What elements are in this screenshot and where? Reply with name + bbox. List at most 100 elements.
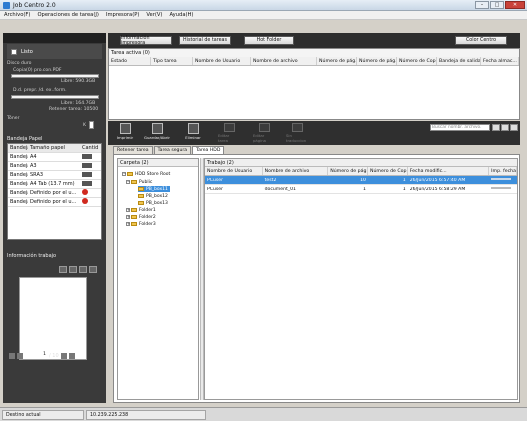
first-page-icon[interactable] bbox=[9, 352, 15, 359]
table-row[interactable]: PCuser document_01 1 1 26/Jun/2015 6:58:… bbox=[205, 185, 517, 194]
col-paginas[interactable]: Número de pág... bbox=[328, 167, 368, 175]
tree-folder-2[interactable]: + Folder2 bbox=[126, 214, 156, 220]
menu-impresora[interactable]: Impresora(P) bbox=[106, 12, 139, 18]
col-archivo[interactable]: Nombre de archivo bbox=[263, 167, 329, 175]
untranslated-button[interactable]: Sin traduccion bbox=[286, 123, 308, 143]
tray-qty-icon bbox=[80, 162, 100, 170]
tree-folder-3[interactable]: + Folder3 bbox=[126, 221, 156, 227]
dd-free: Libre: 164.7GB bbox=[61, 101, 96, 106]
tray-error-icon bbox=[80, 198, 100, 206]
table-row[interactable]: PCuser test2 10 1 26/Jun/2015 6:57:40 AM bbox=[205, 176, 517, 185]
last-page-icon[interactable] bbox=[68, 352, 75, 359]
col-paginas-2[interactable]: Número de pág... bbox=[357, 57, 397, 65]
save-open-button[interactable]: Guardar/Abrir bbox=[144, 123, 170, 143]
tree-box-1[interactable]: PB_box11 bbox=[138, 186, 170, 192]
tray-row[interactable]: Bandeja 1 A4 bbox=[8, 153, 101, 162]
prev-page-icon[interactable] bbox=[17, 352, 23, 359]
tree-root[interactable]: − HDD Store Root bbox=[122, 171, 170, 177]
folder-icon bbox=[131, 208, 137, 212]
col-copias[interactable]: Número de Cop... bbox=[368, 167, 408, 175]
col-archivo[interactable]: Nombre de archivo bbox=[251, 57, 317, 65]
print-button[interactable]: Imprimir bbox=[114, 123, 136, 143]
close-button[interactable]: ✕ bbox=[505, 1, 525, 9]
status-label: Destino actual bbox=[2, 410, 84, 420]
tab-retener[interactable]: Retener tarea bbox=[113, 146, 153, 154]
folder-tree: Carpeta (2) − HDD Store Root − Public PB_b… bbox=[117, 158, 199, 400]
delete-icon bbox=[187, 123, 199, 134]
folder-icon bbox=[138, 201, 144, 205]
dd-disk-bar bbox=[11, 95, 99, 99]
tray-row[interactable]: Bandeja 2 PI Definido por el u... bbox=[8, 189, 101, 198]
work-list: Trabajo (2) Nombre de Usuario Nombre de … bbox=[204, 158, 518, 400]
menu-operaciones[interactable]: Operaciones de tarea(J) bbox=[37, 12, 99, 18]
tree-box-2[interactable]: PB_box12 bbox=[138, 193, 168, 199]
page-input[interactable]: 1 bbox=[25, 352, 47, 359]
tab-segura[interactable]: Tarea segura bbox=[153, 146, 192, 154]
tray-error-icon bbox=[80, 189, 100, 197]
tree-public[interactable]: − Public bbox=[126, 179, 152, 185]
menu-ayuda[interactable]: Ayuda(H) bbox=[169, 12, 193, 18]
actual-size-icon[interactable] bbox=[89, 266, 97, 273]
col-usuario[interactable]: Nombre de Usuario bbox=[193, 57, 251, 65]
toner-color: K bbox=[83, 123, 87, 128]
cell-user: PCuser bbox=[207, 177, 223, 183]
folder-icon bbox=[127, 172, 133, 176]
col-tipo[interactable]: Tipo tarea bbox=[151, 57, 193, 65]
col-paginas-1[interactable]: Número de pág... bbox=[317, 57, 357, 65]
col-estado[interactable]: Estado bbox=[109, 57, 151, 65]
printer-info-button[interactable]: Información impresora bbox=[120, 36, 172, 46]
col-bandeja[interactable]: Bandeja de salida bbox=[437, 57, 481, 65]
maximize-button[interactable]: □ bbox=[490, 1, 504, 9]
col-usuario[interactable]: Nombre de Usuario bbox=[205, 167, 263, 175]
col-copias[interactable]: Número de Cop... bbox=[397, 57, 437, 65]
folder-icon bbox=[131, 215, 137, 219]
zoom-out-icon[interactable] bbox=[59, 266, 67, 273]
status-text: Listo bbox=[21, 48, 33, 55]
dd-label: D.d. prepr. /d. ex..form. bbox=[13, 88, 67, 93]
col-fecha-mod[interactable]: Fecha modific... bbox=[408, 167, 490, 175]
tree-folder-1[interactable]: + Folder1 bbox=[126, 207, 156, 213]
tree-label: HDD Store Root bbox=[135, 171, 171, 177]
job-tabs: Retener tarea Tarea segura Tarea HDD bbox=[108, 145, 520, 154]
fit-page-icon[interactable] bbox=[79, 266, 87, 273]
job-history-button[interactable]: Historial de tareas bbox=[179, 36, 231, 45]
search-input[interactable]: Buscar nombr. archivo. bbox=[430, 124, 490, 131]
search-icon[interactable] bbox=[492, 124, 500, 131]
tray-row[interactable]: Bandeja 3 SRA3 bbox=[8, 171, 101, 180]
cell-pages: 1 bbox=[363, 186, 366, 192]
page-total: / 10 bbox=[49, 352, 59, 359]
next-page-icon[interactable] bbox=[60, 352, 67, 359]
close-icon[interactable] bbox=[510, 124, 518, 131]
cell-user: PCuser bbox=[207, 186, 223, 192]
tray-row[interactable]: Bandeja 2 PI Definido por el u... bbox=[8, 198, 101, 207]
tray-row[interactable]: Bandeja 2 A3 bbox=[8, 162, 101, 171]
col-fecha[interactable]: Fecha almac... bbox=[481, 57, 519, 65]
tab-hdd[interactable]: Tarea HDD bbox=[192, 146, 225, 154]
untranslated-label: Sin traduccion bbox=[286, 133, 307, 143]
zoom-in-icon[interactable] bbox=[69, 266, 77, 273]
minimize-button[interactable]: – bbox=[475, 1, 489, 9]
cell-date: 26/Jun/2015 6:57:40 AM bbox=[409, 177, 466, 183]
tray-row[interactable]: Bandeja a... A4 Tab (13.7 mm) bbox=[8, 180, 101, 189]
edit-job-label: Editar tarea bbox=[218, 133, 230, 143]
tree-label: Folder2 bbox=[139, 214, 156, 220]
tray-name: Bandeja a... bbox=[10, 181, 28, 187]
tray-size: A4 Tab (13.7 mm) bbox=[30, 181, 75, 187]
edit-page-button[interactable]: Editar página bbox=[253, 123, 275, 143]
cell-file: test2 bbox=[264, 177, 277, 183]
tray-header-row: Bandeja Tamaño papel Cantid bbox=[8, 144, 101, 153]
toner-level bbox=[89, 121, 94, 129]
menu-ver[interactable]: Ver(V) bbox=[146, 12, 162, 18]
edit-job-button[interactable]: Editar tarea bbox=[218, 123, 240, 143]
color-centro-button[interactable]: Color Centro bbox=[455, 36, 507, 45]
col-imp-fecha[interactable]: Imp. fecha bbox=[489, 167, 517, 175]
menu-archivo[interactable]: Archivo(F) bbox=[4, 12, 30, 18]
delete-button[interactable]: Eliminar bbox=[182, 123, 204, 143]
status-bar: Destino actual 10.239.225.238 bbox=[0, 407, 527, 421]
retained-jobs: Retener tarea: 10500 bbox=[49, 107, 99, 112]
hot-folder-button[interactable]: Hot Folder bbox=[244, 36, 294, 45]
tree-box-3[interactable]: PB_box13 bbox=[138, 200, 168, 206]
expand-icon[interactable] bbox=[501, 124, 509, 131]
tray-qty-icon bbox=[80, 180, 100, 188]
window-title: Job Centro 2.0 bbox=[13, 1, 56, 9]
